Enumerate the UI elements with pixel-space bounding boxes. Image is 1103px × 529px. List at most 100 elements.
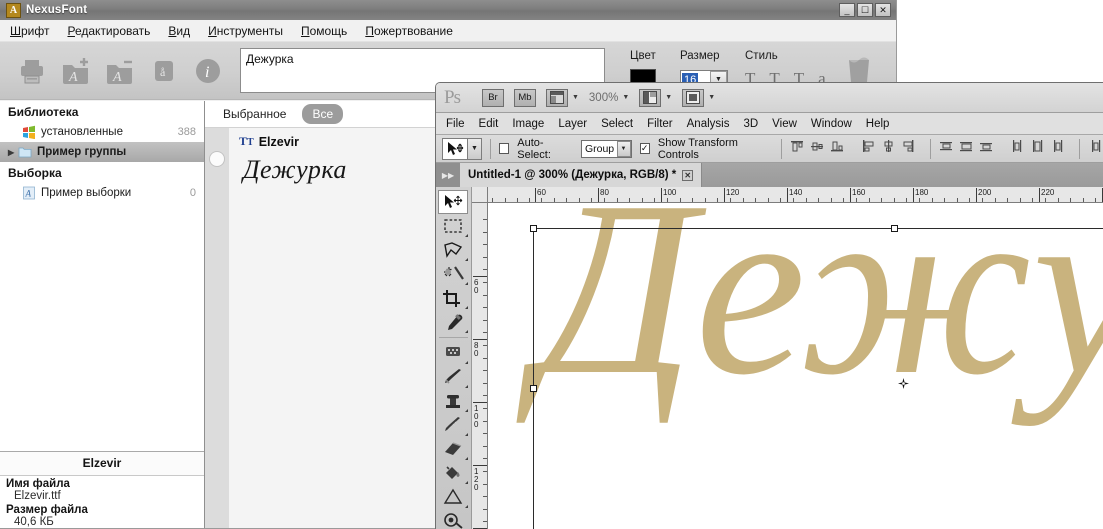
ps-menu-3d[interactable]: 3D	[743, 118, 758, 130]
paint-bucket-icon[interactable]	[436, 461, 470, 485]
bridge-button[interactable]: Br	[482, 89, 504, 107]
rectangular-marquee-icon[interactable]	[436, 214, 470, 238]
chevron-down-icon[interactable]: ▼	[708, 94, 715, 101]
nexusfont-menubar: Шрифт Редактировать Вид Инструменты Помо…	[0, 20, 896, 42]
ps-menu-window[interactable]: Window	[811, 118, 852, 130]
info-icon[interactable]: i	[186, 49, 230, 93]
minimize-button[interactable]: _	[839, 3, 855, 17]
distribute-horizontal-centers-icon[interactable]	[1030, 139, 1045, 159]
ps-menu-view[interactable]: View	[772, 118, 797, 130]
current-tool-preset[interactable]: ▼	[442, 138, 482, 160]
distribute-bottom-edges-icon[interactable]	[979, 139, 994, 159]
document-tab[interactable]: Untitled-1 @ 300% (Дежурка, RGB/8) * ✕	[460, 163, 702, 187]
close-icon[interactable]: ✕	[682, 170, 693, 181]
clone-stamp-icon[interactable]	[436, 389, 470, 413]
screen-mode-dropdown[interactable]: ▼	[682, 89, 715, 107]
font-list-gutter	[205, 128, 229, 528]
distribute-extra-icon[interactable]	[1088, 139, 1103, 159]
chevron-down-icon[interactable]: ▼	[572, 94, 579, 101]
transform-pivot-icon[interactable]	[898, 376, 909, 387]
chevron-down-icon[interactable]: ▼	[617, 141, 631, 157]
vertical-ruler[interactable]: 60 80 100 120 140	[472, 203, 488, 529]
zoom-level-dropdown[interactable]: 300% ▼	[589, 92, 629, 104]
magic-wand-icon[interactable]	[436, 262, 470, 286]
sidebar-item-example-group[interactable]: ▶ Пример группы	[0, 142, 204, 162]
svg-text:A: A	[68, 70, 78, 85]
ps-menu-filter[interactable]: Filter	[647, 118, 673, 130]
align-bottom-edges-icon[interactable]	[830, 139, 845, 159]
remove-font-folder-icon[interactable]: A	[98, 49, 142, 93]
ps-menu-select[interactable]: Select	[601, 118, 633, 130]
ps-menu-help[interactable]: Help	[866, 118, 890, 130]
sidebar-item-count: 0	[190, 187, 204, 199]
menu-item-edit[interactable]: Редактировать	[67, 24, 150, 38]
menu-item-tools[interactable]: Инструменты	[208, 24, 283, 38]
menu-item-help[interactable]: Помощь	[301, 24, 347, 38]
move-tool-icon[interactable]	[438, 190, 468, 214]
transform-handle-middle-left[interactable]	[530, 385, 537, 392]
tab-all[interactable]: Все	[302, 104, 343, 124]
view-extras-dropdown[interactable]: ▼	[546, 89, 579, 107]
document-canvas[interactable]: Дежурка	[489, 204, 1103, 529]
ps-menu-edit[interactable]: Edit	[479, 118, 499, 130]
align-group-2	[861, 139, 916, 159]
ruler-origin-corner[interactable]	[472, 187, 488, 203]
sharpen-icon[interactable]	[436, 485, 470, 509]
spot-healing-brush-icon[interactable]	[436, 341, 470, 365]
distribute-left-edges-icon[interactable]	[1010, 139, 1025, 159]
align-horizontal-centers-icon[interactable]	[881, 139, 896, 159]
arrange-documents-dropdown[interactable]: ▼	[639, 89, 672, 107]
chevron-down-icon[interactable]: ▼	[665, 94, 672, 101]
align-right-edges-icon[interactable]	[901, 139, 916, 159]
horizontal-ruler[interactable]: 60 80 100 120 140 160 180 200 220 240	[472, 187, 1103, 203]
mini-bridge-button[interactable]: Mb	[514, 89, 536, 107]
tab-favorites[interactable]: Выбранное	[213, 104, 296, 124]
font-char-icon[interactable]: å	[142, 49, 186, 93]
align-left-edges-icon[interactable]	[861, 139, 876, 159]
sidebar-item-installed[interactable]: установленные 388	[0, 122, 204, 142]
transform-bounding-box[interactable]	[533, 228, 1103, 529]
transform-handle-top-center[interactable]	[891, 225, 898, 232]
dodge-icon[interactable]	[436, 509, 470, 529]
crop-icon[interactable]	[436, 286, 470, 310]
lasso-icon[interactable]	[436, 238, 470, 262]
panel-expand-icon[interactable]: ▶▶	[436, 163, 460, 187]
distribute-top-edges-icon[interactable]	[939, 139, 954, 159]
chevron-right-icon[interactable]: ▶	[8, 148, 18, 157]
distribute-right-edges-icon[interactable]	[1050, 139, 1065, 159]
transform-handle-top-left[interactable]	[530, 225, 537, 232]
options-separator	[1079, 139, 1080, 159]
nexusfont-app-icon: A	[6, 3, 21, 18]
auto-select-target-dropdown[interactable]: Group ▼	[581, 140, 632, 158]
menu-rest: ожертвование	[374, 24, 453, 38]
eyedropper-icon[interactable]	[436, 310, 470, 334]
show-transform-checkbox[interactable]: ✓	[640, 143, 650, 154]
screen-mode-icon	[682, 89, 704, 107]
close-button[interactable]: ✕	[875, 3, 891, 17]
maximize-button[interactable]: ☐	[857, 3, 873, 17]
auto-select-checkbox[interactable]	[499, 143, 509, 154]
menu-item-view[interactable]: Вид	[168, 24, 190, 38]
distribute-vertical-centers-icon[interactable]	[959, 139, 974, 159]
ps-menu-file[interactable]: File	[446, 118, 465, 130]
history-brush-icon[interactable]	[436, 413, 470, 437]
size-label: Размер	[680, 50, 720, 62]
menu-item-donation[interactable]: Пожертвование	[365, 24, 453, 38]
brush-icon[interactable]	[436, 365, 470, 389]
move-tool-icon[interactable]	[442, 138, 468, 160]
tool-preset-dropdown-icon[interactable]: ▼	[468, 138, 482, 160]
print-icon[interactable]	[10, 49, 54, 93]
eraser-icon[interactable]	[436, 437, 470, 461]
sidebar-item-example-selection[interactable]: A Пример выборки 0	[0, 183, 204, 203]
ps-menu-analysis[interactable]: Analysis	[687, 118, 730, 130]
ps-menu-image[interactable]: Image	[512, 118, 544, 130]
align-vertical-centers-icon[interactable]	[810, 139, 825, 159]
ps-menu-layer[interactable]: Layer	[558, 118, 587, 130]
add-font-folder-icon[interactable]: A	[54, 49, 98, 93]
font-select-dot[interactable]	[210, 152, 224, 166]
chevron-down-icon[interactable]: ▼	[622, 94, 629, 101]
ruler-label: 80	[600, 188, 609, 197]
menu-item-font[interactable]: Шрифт	[10, 24, 49, 38]
align-top-edges-icon[interactable]	[790, 139, 805, 159]
svg-text:i: i	[205, 64, 209, 81]
